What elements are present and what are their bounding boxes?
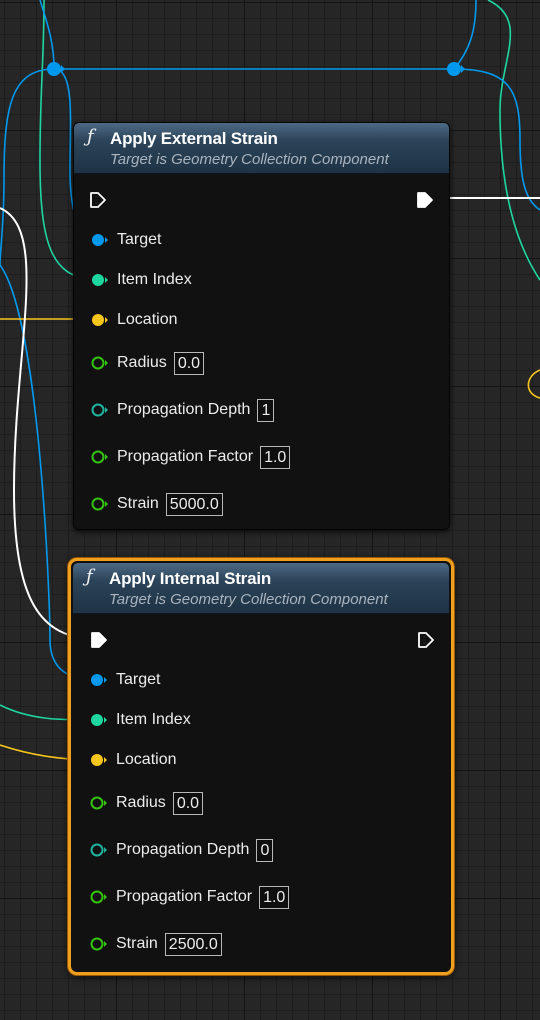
radius-value-field[interactable]: 0.0 (173, 351, 205, 375)
pin-label: Location (116, 751, 177, 768)
exec-input-pin[interactable] (90, 631, 108, 649)
propagation-depth-pin[interactable]: Propagation Depth 0 (90, 838, 274, 862)
apply-external-strain-node[interactable]: ƒ Apply External Strain Target is Geomet… (73, 122, 450, 530)
exec-output-pin[interactable] (417, 631, 435, 649)
integer-pin-icon[interactable] (90, 843, 108, 857)
propagation-depth-pin[interactable]: Propagation Depth 1 (91, 398, 275, 422)
strain-pin[interactable]: Strain 5000.0 (91, 492, 223, 516)
function-icon: ƒ (87, 126, 94, 147)
propagation-factor-pin[interactable]: Propagation Factor 1.0 (90, 885, 290, 909)
propagation-factor-pin[interactable]: Propagation Factor 1.0 (91, 445, 291, 469)
radius-pin[interactable]: Radius 0.0 (90, 791, 204, 815)
pin-label: Propagation Depth (116, 841, 250, 858)
pin-label: Propagation Depth (117, 401, 251, 418)
reroute-wire-top-right[interactable] (453, 0, 477, 70)
item-index-pin[interactable]: Item Index (90, 709, 191, 731)
node-subtitle: Target is Geometry Collection Component (110, 151, 389, 168)
vector-pin-icon[interactable] (90, 753, 108, 767)
node-subtitle: Target is Geometry Collection Component (109, 591, 388, 608)
node-title: Apply Internal Strain (109, 569, 272, 588)
radius-pin[interactable]: Radius 0.0 (91, 351, 205, 375)
item-index-wire-right[interactable] (487, 0, 540, 281)
pin-label: Radius (117, 354, 167, 371)
strain-value-field[interactable]: 2500.0 (164, 932, 222, 956)
strain-pin[interactable]: Strain 2500.0 (90, 932, 222, 956)
float-pin-icon[interactable] (91, 497, 109, 511)
pin-label: Location (117, 311, 178, 328)
object-pin-icon[interactable] (91, 233, 109, 247)
radius-value-field[interactable]: 0.0 (172, 791, 204, 815)
location-pin[interactable]: Location (91, 309, 178, 331)
node-header[interactable]: ƒ Apply Internal Strain Target is Geomet… (73, 563, 449, 614)
propagation-factor-value-field[interactable]: 1.0 (259, 885, 290, 909)
location-pin[interactable]: Location (90, 749, 177, 771)
pin-label: Target (117, 231, 162, 248)
pin-label: Item Index (116, 711, 191, 728)
item-index-pin[interactable]: Item Index (91, 269, 192, 291)
object-pin-icon[interactable] (90, 673, 108, 687)
node-header[interactable]: ƒ Apply External Strain Target is Geomet… (74, 123, 449, 174)
float-pin-icon[interactable] (91, 356, 109, 370)
propagation-factor-value-field[interactable]: 1.0 (260, 445, 291, 469)
integer-pin-icon[interactable] (91, 403, 109, 417)
function-icon: ƒ (86, 566, 93, 587)
reroute-wire-right[interactable] (453, 68, 540, 211)
vector-pin-icon[interactable] (91, 313, 109, 327)
integer-pin-icon[interactable] (91, 273, 109, 287)
target-pin[interactable]: Target (91, 229, 161, 251)
exec-input-pin[interactable] (89, 191, 107, 209)
pin-label: Item Index (117, 271, 192, 288)
pin-label: Propagation Factor (117, 448, 254, 465)
propagation-depth-value-field[interactable]: 1 (257, 398, 275, 422)
reroute-node-right[interactable] (447, 62, 465, 76)
pin-label: Radius (116, 794, 166, 811)
propagation-depth-value-field[interactable]: 0 (256, 838, 274, 862)
location-wire-right[interactable] (527, 369, 540, 399)
pin-label: Strain (116, 935, 158, 952)
pin-label: Propagation Factor (116, 888, 253, 905)
pin-label: Target (116, 671, 161, 688)
pin-label: Strain (117, 495, 159, 512)
node-title: Apply External Strain (110, 129, 278, 148)
target-pin[interactable]: Target (90, 669, 160, 691)
integer-pin-icon[interactable] (90, 713, 108, 727)
float-pin-icon[interactable] (90, 796, 108, 810)
float-pin-icon[interactable] (90, 890, 108, 904)
apply-internal-strain-node[interactable]: ƒ Apply Internal Strain Target is Geomet… (68, 558, 454, 975)
exec-output-pin[interactable] (416, 191, 434, 209)
strain-value-field[interactable]: 5000.0 (165, 492, 223, 516)
float-pin-icon[interactable] (91, 450, 109, 464)
float-pin-icon[interactable] (90, 937, 108, 951)
